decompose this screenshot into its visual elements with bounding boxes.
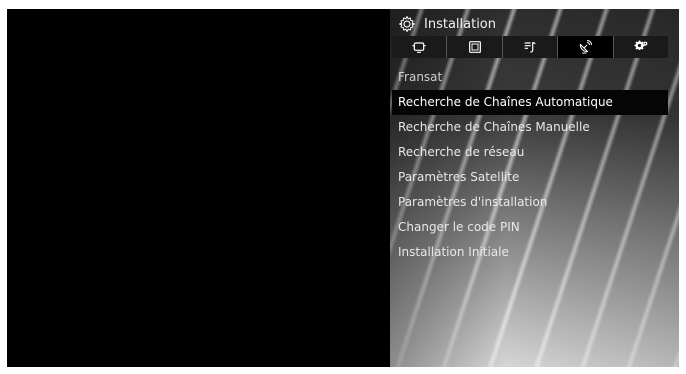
menu-tab-bar (392, 36, 668, 58)
menu-item-network-scan[interactable]: Recherche de réseau (392, 140, 668, 165)
installation-menu-panel: Installation Fransat Recherche de Chaîne… (390, 9, 679, 367)
menu-item-automatic-channel-scan[interactable]: Recherche de Chaînes Automatique (392, 90, 668, 115)
menu-item-change-pin[interactable]: Changer le code PIN (392, 215, 668, 240)
tab-picture[interactable] (447, 36, 503, 58)
menu-item-installation-settings[interactable]: Paramètres d'installation (392, 190, 668, 215)
picture-icon (468, 41, 481, 53)
menu-header: Installation (398, 15, 496, 33)
tab-sound[interactable] (503, 36, 559, 58)
sound-icon (524, 41, 536, 53)
tab-installation[interactable] (558, 36, 614, 58)
installation-menu-list: Fransat Recherche de Chaînes Automatique… (392, 65, 668, 265)
video-preview-area (7, 9, 390, 367)
tv-source-icon (412, 42, 426, 53)
tab-source[interactable] (392, 36, 448, 58)
settings-icon (634, 40, 648, 51)
satellite-icon (580, 39, 593, 54)
menu-item-manual-channel-scan[interactable]: Recherche de Chaînes Manuelle (392, 115, 668, 140)
menu-item-satellite-settings[interactable]: Paramètres Satellite (392, 165, 668, 190)
menu-item-initial-installation[interactable]: Installation Initiale (392, 240, 668, 265)
tv-screen: Installation Fransat Recherche de Chaîne… (0, 0, 686, 374)
menu-item-fransat[interactable]: Fransat (392, 65, 668, 90)
gear-icon (399, 16, 415, 32)
menu-title: Installation (424, 16, 497, 32)
tab-settings[interactable] (614, 36, 668, 58)
